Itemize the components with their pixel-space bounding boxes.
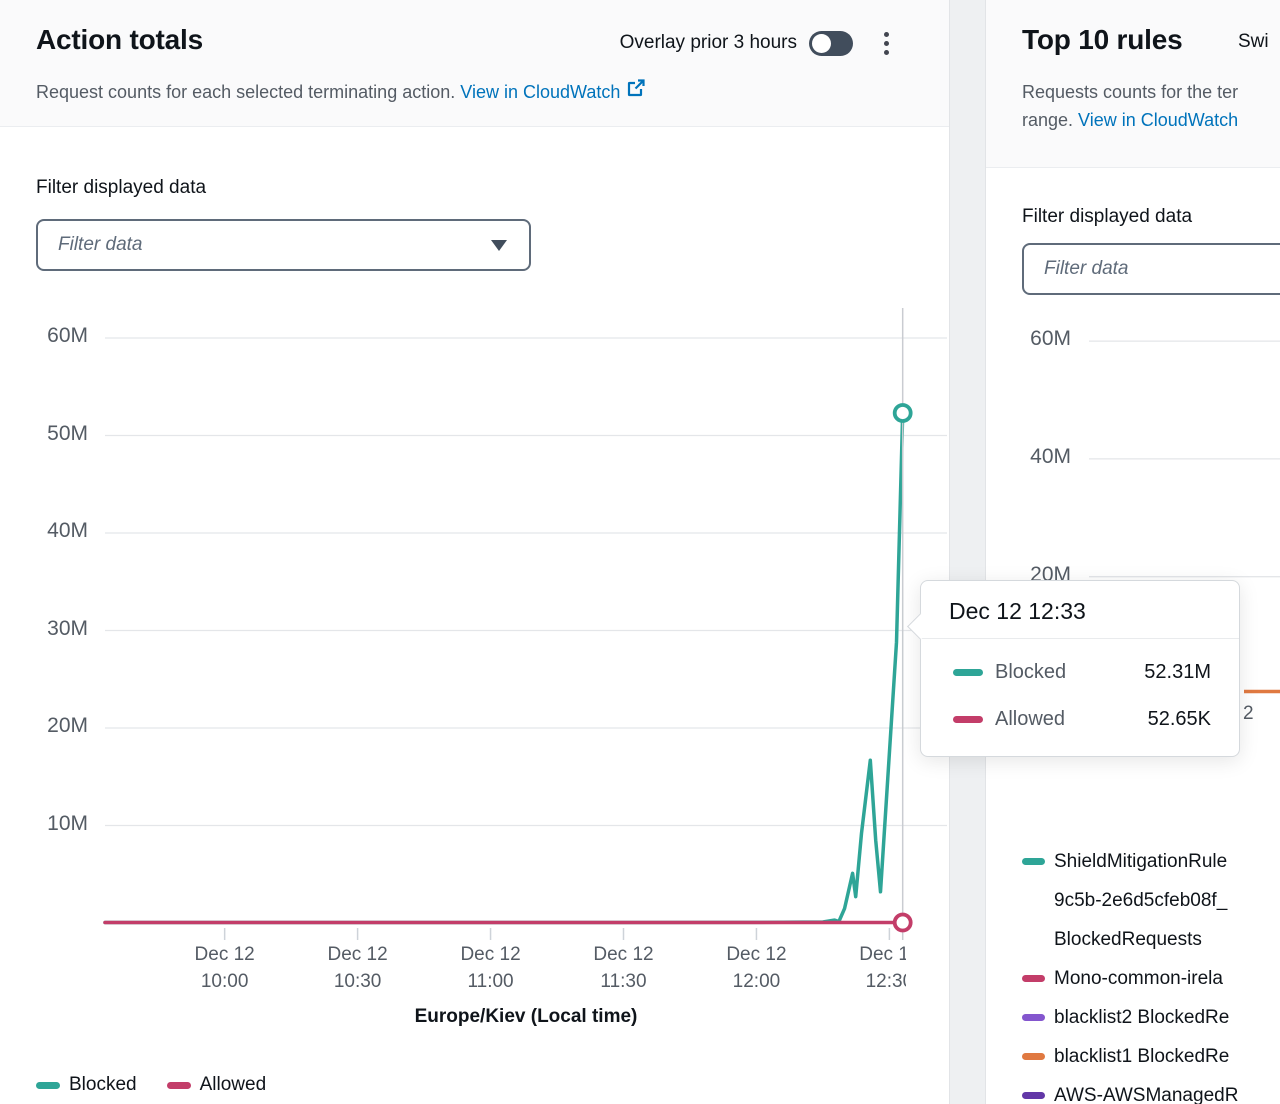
tooltip-series-dash-icon: [953, 669, 983, 676]
filter-displayed-data-label: Filter displayed data: [36, 177, 206, 199]
overlay-toggle-label: Overlay prior 3 hours: [620, 32, 797, 54]
filter-placeholder: Filter data: [1044, 258, 1280, 280]
legend-dash-icon: [1022, 1014, 1045, 1021]
view-in-cloudwatch-link[interactable]: View in CloudWatch: [460, 82, 620, 102]
tooltip-series-label: Blocked: [995, 661, 1144, 684]
legend-item-blocked[interactable]: Blocked: [36, 1074, 137, 1096]
rule-legend-item[interactable]: AWS-AWSManagedR: [1022, 1076, 1238, 1104]
external-link-icon: [626, 78, 646, 98]
tooltip-series-label: Allowed: [995, 708, 1148, 731]
legend-dash-icon: [1022, 975, 1045, 982]
panel-title-action-totals: Action totals: [36, 24, 203, 56]
panel-description: Requests counts for the ter range. View …: [1022, 78, 1238, 134]
x-tick-label: Dec 1212:30: [844, 941, 906, 995]
rule-legend-item[interactable]: ShieldMitigationRule9c5b-2e6d5cfeb08f_Bl…: [1022, 842, 1238, 959]
chart-tooltip: Dec 12 12:33 Blocked52.31MAllowed52.65K: [920, 580, 1240, 757]
filter-data-select[interactable]: Filter data: [1022, 243, 1280, 295]
y-tick-label: 40M: [1001, 445, 1071, 469]
panel-description: Request counts for each selected termina…: [36, 78, 620, 106]
rule-legend-item[interactable]: blacklist2 BlockedRe: [1022, 998, 1238, 1037]
action-totals-header: [0, 0, 949, 127]
legend-item-allowed[interactable]: Allowed: [167, 1074, 267, 1096]
rules-legend: ShieldMitigationRule9c5b-2e6d5cfeb08f_Bl…: [1022, 842, 1238, 1104]
x-tick-label: Dec 1210:00: [180, 941, 270, 995]
partial-axis-label: 2: [1243, 703, 1254, 725]
action-totals-panel: Action totals Overlay prior 3 hours Requ…: [0, 0, 950, 1104]
x-tick-label: Dec 1211:00: [446, 941, 536, 995]
legend-dash-icon: [1022, 858, 1045, 865]
header-controls: Overlay prior 3 hours: [620, 28, 895, 58]
y-tick-label: 50M: [18, 422, 88, 446]
y-tick-label: 10M: [18, 812, 88, 836]
top-10-rules-panel: Top 10 rules Swi Requests counts for the…: [985, 0, 1280, 1104]
y-tick-label: 20M: [18, 714, 88, 738]
y-tick-label: 60M: [1001, 327, 1071, 351]
y-tick-label: 40M: [18, 519, 88, 543]
x-tick-label: Dec 1211:30: [578, 941, 668, 995]
y-tick-label: 60M: [18, 324, 88, 348]
rule-legend-label: ShieldMitigationRule9c5b-2e6d5cfeb08f_Bl…: [1054, 842, 1227, 959]
legend-item-label: Blocked: [69, 1074, 137, 1096]
legend-dash-icon: [36, 1082, 60, 1089]
x-axis-title: Europe/Kiev (Local time): [105, 1006, 947, 1028]
chart-legend: Blocked Allowed: [36, 1074, 266, 1096]
view-in-cloudwatch-link[interactable]: View in CloudWatch: [1078, 110, 1238, 130]
rule-legend-item[interactable]: blacklist1 BlockedRe: [1022, 1037, 1238, 1076]
panel-title-top-10-rules: Top 10 rules: [1022, 24, 1182, 56]
tooltip-series-value: 52.31M: [1144, 661, 1211, 684]
switch-view-text[interactable]: Swi: [1238, 31, 1269, 53]
overlay-prior-toggle[interactable]: [809, 31, 853, 56]
legend-dash-icon: [1022, 1053, 1045, 1060]
chevron-down-icon: [491, 240, 507, 251]
tooltip-title: Dec 12 12:33: [921, 581, 1239, 639]
legend-item-label: Allowed: [200, 1074, 267, 1096]
tooltip-series-value: 52.65K: [1148, 708, 1211, 731]
filter-placeholder: Filter data: [58, 234, 491, 256]
legend-dash-icon: [167, 1082, 191, 1089]
toggle-knob: [812, 34, 831, 53]
y-tick-label: 30M: [18, 617, 88, 641]
tooltip-row: Blocked52.31M: [953, 649, 1211, 696]
x-tick-label-clip: Dec 1212:30: [844, 941, 906, 1001]
rule-legend-label: blacklist1 BlockedRe: [1054, 1037, 1229, 1076]
rule-legend-item[interactable]: Mono-common-irela: [1022, 959, 1238, 998]
tooltip-row: Allowed52.65K: [953, 696, 1211, 743]
filter-data-select[interactable]: Filter data: [36, 219, 531, 271]
rule-legend-label: AWS-AWSManagedR: [1054, 1076, 1238, 1104]
legend-dash-icon: [1022, 1092, 1045, 1099]
tooltip-series-dash-icon: [953, 716, 983, 723]
action-totals-chart[interactable]: [105, 300, 947, 948]
filter-displayed-data-label: Filter displayed data: [1022, 206, 1192, 228]
x-tick-label: Dec 1210:30: [313, 941, 403, 995]
rule-legend-label: blacklist2 BlockedRe: [1054, 998, 1229, 1037]
kebab-menu-icon[interactable]: [877, 28, 895, 58]
x-tick-label: Dec 1212:00: [711, 941, 801, 995]
rule-legend-label: Mono-common-irela: [1054, 959, 1223, 998]
